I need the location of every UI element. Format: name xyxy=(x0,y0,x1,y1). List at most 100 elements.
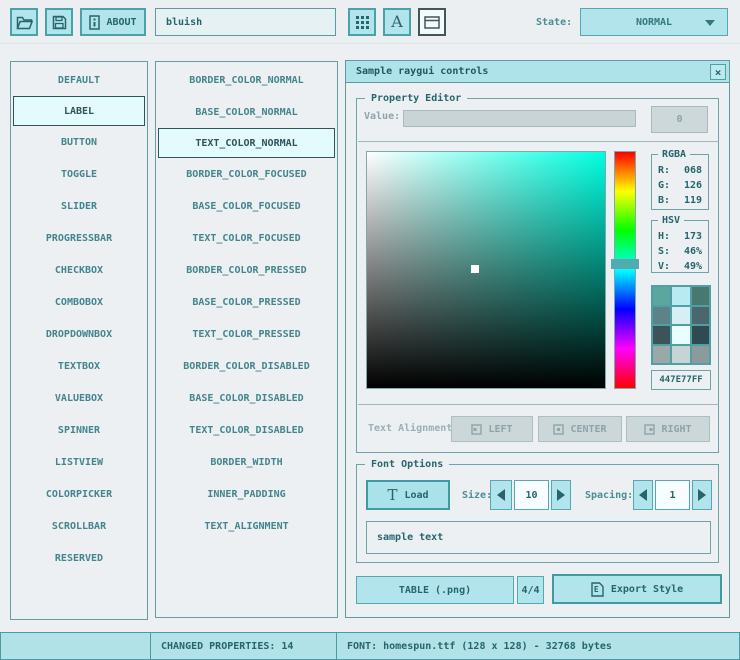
size-label: Size: xyxy=(462,490,492,501)
state-dropdown-value: NORMAL xyxy=(636,17,672,28)
list-item-combobox[interactable]: COMBOBOX xyxy=(11,286,147,318)
export-e-glyph: E xyxy=(594,585,599,594)
sample-window-toggle-button[interactable] xyxy=(418,8,446,36)
style-name-input[interactable] xyxy=(155,8,336,36)
prop-border-color-disabled[interactable]: BORDER_COLOR_DISABLED xyxy=(156,350,337,382)
list-item-spinner[interactable]: SPINNER xyxy=(11,414,147,446)
size-decrement-button[interactable] xyxy=(490,480,512,510)
chevron-down-icon xyxy=(705,20,715,26)
prop-border-color-normal[interactable]: BORDER_COLOR_NORMAL xyxy=(156,64,337,96)
sample-text-box[interactable]: sample text xyxy=(366,521,711,554)
prop-text-color-disabled[interactable]: TEXT_COLOR_DISABLED xyxy=(156,414,337,446)
font-t-icon: T xyxy=(387,488,397,503)
list-item-listview[interactable]: LISTVIEW xyxy=(11,446,147,478)
align-left-button: LEFT xyxy=(451,416,533,442)
align-center-label: CENTER xyxy=(570,424,606,435)
style-table-view-button[interactable] xyxy=(348,8,376,36)
status-changed-properties: CHANGED PROPERTIES: 14 xyxy=(150,632,337,660)
list-item-colorpicker[interactable]: COLORPICKER xyxy=(11,478,147,510)
list-item-default[interactable]: DEFAULT xyxy=(11,64,147,96)
font-view-button[interactable]: A xyxy=(383,8,411,36)
spacing-decrement-button[interactable] xyxy=(633,480,653,510)
list-item-valuebox[interactable]: VALUEBOX xyxy=(11,382,147,414)
hsv-group-label: HSV xyxy=(658,215,684,226)
close-icon: × xyxy=(715,66,722,79)
color-saturation-value-panel[interactable] xyxy=(366,151,606,389)
list-item-checkbox[interactable]: CHECKBOX xyxy=(11,254,147,286)
color-swatch[interactable] xyxy=(653,307,670,325)
state-dropdown[interactable]: NORMAL xyxy=(580,8,728,36)
hex-value-box[interactable]: 447E77FF xyxy=(651,370,711,390)
sample-text: sample text xyxy=(377,532,443,543)
prop-inner-padding[interactable]: INNER_PADDING xyxy=(156,478,337,510)
list-item-button[interactable]: BUTTON xyxy=(11,126,147,158)
changed-properties-text: CHANGED PROPERTIES: 14 xyxy=(161,641,293,652)
list-item-textbox[interactable]: TEXTBOX xyxy=(11,350,147,382)
list-item-progressbar[interactable]: PROGRESSBAR xyxy=(11,222,147,254)
color-swatch[interactable] xyxy=(692,346,709,364)
save-file-button[interactable] xyxy=(45,8,73,36)
spacing-increment-button[interactable] xyxy=(692,480,712,510)
divider xyxy=(358,141,719,142)
state-label: State: xyxy=(536,17,572,28)
list-item-reserved[interactable]: RESERVED xyxy=(11,542,147,574)
prop-text-color-pressed[interactable]: TEXT_COLOR_PRESSED xyxy=(156,318,337,350)
color-swatch[interactable] xyxy=(672,307,689,325)
b-label: B: xyxy=(658,193,670,208)
property-editor-group-label: Property Editor xyxy=(365,93,467,104)
spacing-value: 1 xyxy=(669,490,675,501)
value-button: 0 xyxy=(651,106,708,133)
r-label: R: xyxy=(658,163,670,178)
color-swatch[interactable] xyxy=(653,326,670,344)
export-table-button[interactable]: TABLE (.png) xyxy=(356,576,514,604)
floppy-save-icon xyxy=(52,15,67,30)
prop-base-color-disabled[interactable]: BASE_COLOR_DISABLED xyxy=(156,382,337,414)
value-slider xyxy=(403,110,636,127)
align-left-icon xyxy=(471,424,482,435)
font-load-button[interactable]: T Load xyxy=(366,480,450,510)
prop-border-width[interactable]: BORDER_WIDTH xyxy=(156,446,337,478)
align-center-button: CENTER xyxy=(538,416,622,442)
table-pages-button[interactable]: 4/4 xyxy=(517,576,544,604)
window-titlebar[interactable]: Sample raygui controls × xyxy=(346,61,729,83)
spacing-label: Spacing: xyxy=(585,490,633,501)
color-swatch[interactable] xyxy=(672,287,689,305)
list-item-dropdownbox[interactable]: DROPDOWNBOX xyxy=(11,318,147,350)
hue-slider-handle[interactable] xyxy=(611,259,639,269)
export-style-button[interactable]: E Export Style xyxy=(552,574,722,604)
hue-slider[interactable] xyxy=(614,151,636,389)
prop-text-color-focused[interactable]: TEXT_COLOR_FOCUSED xyxy=(156,222,337,254)
list-item-toggle[interactable]: TOGGLE xyxy=(11,158,147,190)
sample-controls-window: Sample raygui controls × Property Editor… xyxy=(345,60,730,618)
list-item-label-selected[interactable]: LABEL xyxy=(13,96,145,126)
open-file-button[interactable] xyxy=(10,8,38,36)
prop-text-alignment[interactable]: TEXT_ALIGNMENT xyxy=(156,510,337,542)
list-item-slider[interactable]: SLIDER xyxy=(11,190,147,222)
prop-text-color-normal-selected[interactable]: TEXT_COLOR_NORMAL xyxy=(158,128,335,158)
prop-base-color-normal[interactable]: BASE_COLOR_NORMAL xyxy=(156,96,337,128)
color-swatch[interactable] xyxy=(692,326,709,344)
spacing-value-box[interactable]: 1 xyxy=(655,480,690,510)
color-swatch[interactable] xyxy=(692,307,709,325)
align-right-label: RIGHT xyxy=(661,424,691,435)
close-button[interactable]: × xyxy=(710,64,726,80)
table-pages-value: 4/4 xyxy=(521,585,539,596)
window-icon xyxy=(424,16,440,29)
align-left-label: LEFT xyxy=(488,424,512,435)
prop-base-color-focused[interactable]: BASE_COLOR_FOCUSED xyxy=(156,190,337,222)
prop-border-color-pressed[interactable]: BORDER_COLOR_PRESSED xyxy=(156,254,337,286)
color-swatch[interactable] xyxy=(672,346,689,364)
color-swatch[interactable] xyxy=(672,326,689,344)
prop-base-color-pressed[interactable]: BASE_COLOR_PRESSED xyxy=(156,286,337,318)
prop-border-color-focused[interactable]: BORDER_COLOR_FOCUSED xyxy=(156,158,337,190)
status-font-info: FONT: homespun.ttf (128 x 128) - 32768 b… xyxy=(336,632,740,660)
color-swatch[interactable] xyxy=(653,287,670,305)
list-item-scrollbar[interactable]: SCROLLBAR xyxy=(11,510,147,542)
color-swatch[interactable] xyxy=(653,346,670,364)
color-swatch[interactable] xyxy=(692,287,709,305)
about-button[interactable]: ABOUT xyxy=(80,8,146,36)
export-file-icon: E xyxy=(591,582,604,597)
size-value-box[interactable]: 10 xyxy=(514,480,549,510)
window-title: Sample raygui controls xyxy=(356,66,488,77)
size-increment-button[interactable] xyxy=(551,480,571,510)
